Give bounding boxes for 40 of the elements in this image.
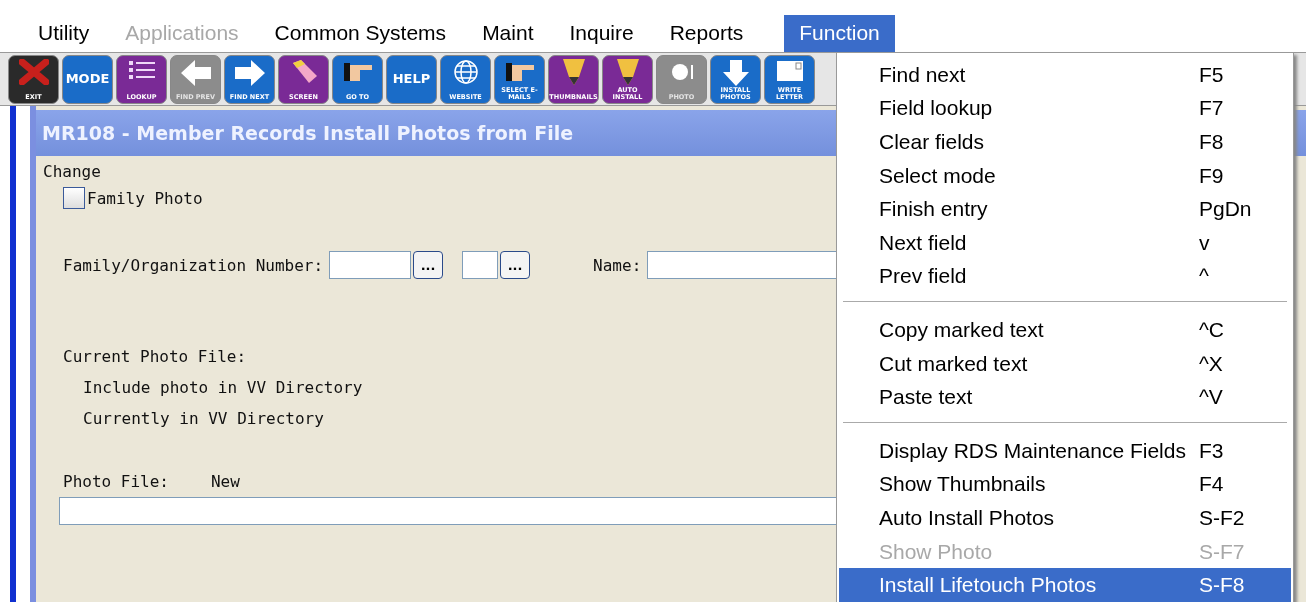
menu-item[interactable]: Display RDS Maintenance Fields F3 bbox=[839, 433, 1291, 468]
menu-item[interactable]: Prev field ^ bbox=[839, 259, 1291, 294]
checkbox[interactable] bbox=[63, 187, 85, 209]
menu-item[interactable]: Auto Install Photos S-F2 bbox=[839, 501, 1291, 535]
info-text: Currently in VV Directory bbox=[83, 409, 324, 428]
checkbox-label: Family Photo bbox=[87, 188, 203, 208]
pencil-icon bbox=[562, 58, 585, 85]
pencil-icon bbox=[616, 58, 639, 85]
field-label: Family/Organization Number: bbox=[63, 255, 324, 275]
info-text: Include photo in VV Directory bbox=[83, 378, 363, 397]
cross-icon bbox=[18, 58, 49, 85]
lookup-button[interactable]: ... bbox=[500, 251, 531, 279]
input-field[interactable] bbox=[329, 251, 412, 279]
mode-label: Change bbox=[43, 162, 101, 181]
menu-item[interactable]: Cut marked text ^X bbox=[839, 346, 1291, 381]
menu-item[interactable]: Next field v bbox=[839, 225, 1291, 260]
menu-item[interactable]: Function bbox=[784, 15, 895, 52]
menu-item[interactable]: Find next F5 bbox=[839, 58, 1291, 92]
menu-item[interactable]: Maint bbox=[467, 15, 549, 52]
menu-item[interactable]: Show Thumbnails F4 bbox=[839, 467, 1291, 502]
field-label: Photo File: bbox=[63, 472, 169, 491]
toolbar-button[interactable]: MODE bbox=[62, 54, 113, 104]
status-text: New bbox=[210, 472, 240, 491]
lookup-button[interactable]: ... bbox=[413, 251, 444, 279]
field-label: Name: bbox=[593, 255, 642, 275]
menu-item[interactable]: Finish entry PgDn bbox=[839, 192, 1291, 226]
menu-item[interactable]: Paste text ^V bbox=[839, 380, 1291, 414]
menu-item[interactable]: Clear fields F8 bbox=[839, 125, 1291, 159]
menu-item[interactable]: Common Systems bbox=[259, 15, 462, 52]
menu-item[interactable]: Install Lifetouch Photos S-F8 bbox=[839, 568, 1291, 602]
down-arrow-icon bbox=[720, 58, 751, 87]
menu-item[interactable]: Copy marked text ^C bbox=[839, 313, 1291, 347]
menu-item[interactable]: Select mode F9 bbox=[839, 158, 1291, 193]
right-arrow-icon bbox=[232, 58, 267, 87]
section-label: Current Photo File: bbox=[63, 347, 247, 366]
menu-item[interactable]: Reports bbox=[654, 15, 759, 52]
input-field[interactable] bbox=[462, 251, 499, 279]
toolbar-button[interactable]: HELP bbox=[386, 54, 437, 104]
menu-item[interactable]: Utility bbox=[23, 15, 105, 52]
menu-item[interactable]: Inquire bbox=[554, 15, 649, 52]
